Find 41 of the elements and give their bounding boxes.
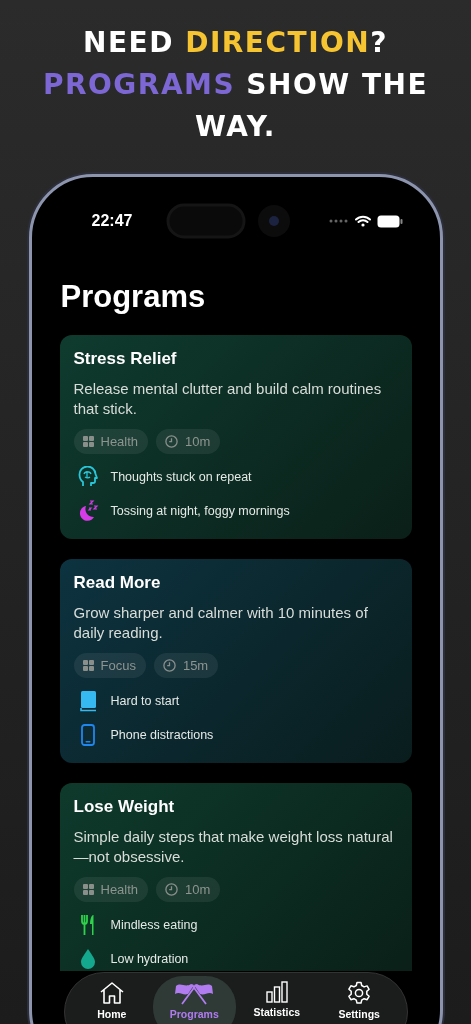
category-chip: Focus bbox=[73, 653, 146, 678]
settings-icon bbox=[347, 981, 372, 1005]
bar-chart-icon bbox=[265, 981, 288, 1003]
duration-chip: 10m bbox=[156, 877, 221, 902]
page-title: Programs bbox=[60, 279, 207, 315]
category-chip: Health bbox=[73, 877, 149, 902]
grid-icon bbox=[82, 436, 94, 447]
crossed-flags-icon bbox=[174, 981, 215, 1005]
signal-icon bbox=[329, 219, 350, 223]
problem-text: Hard to start bbox=[110, 694, 180, 708]
program-description: Release mental clutter and build calm routines that stick. bbox=[73, 379, 383, 419]
status-time: 22:47 bbox=[91, 212, 133, 230]
grid-icon bbox=[82, 884, 94, 895]
battery-icon bbox=[377, 214, 404, 228]
duration-chip: 15m bbox=[153, 653, 219, 678]
clock-icon bbox=[165, 883, 179, 896]
program-title: Lose Weight bbox=[73, 797, 176, 817]
program-title: Stress Relief bbox=[73, 349, 178, 369]
tab-item[interactable]: Statistics bbox=[235, 976, 318, 1024]
clock-icon bbox=[165, 435, 179, 448]
program-description: Simple daily steps that make weight loss natural—not obsessive. bbox=[73, 827, 394, 867]
category-chip: Health bbox=[73, 429, 149, 454]
tab-item[interactable]: Settings bbox=[318, 976, 401, 1024]
program-description: Grow sharper and calmer with 10 minutes of daily reading. bbox=[73, 603, 369, 643]
duration-chip: 10m bbox=[156, 429, 221, 454]
clock-icon bbox=[162, 659, 176, 672]
program-card[interactable]: Read More Grow sharper and calmer with 10 minutes of daily reading. Focus 15m Hard to start Phone distractions bbox=[59, 559, 412, 763]
problem-text: Mindless eating bbox=[110, 918, 198, 932]
problem-text: Low hydration bbox=[110, 952, 189, 966]
program-card[interactable]: Stress Relief Release mental clutter and build calm routines that stick. Health 10m Thoughts stuck on repeat Tossing at night, foggy mornings bbox=[59, 335, 412, 539]
tab-item[interactable]: Home bbox=[70, 976, 153, 1024]
problem-text: Tossing at night, foggy mornings bbox=[110, 504, 290, 518]
problem-text: Thoughts stuck on repeat bbox=[110, 470, 252, 484]
tab-item[interactable]: Programs bbox=[153, 976, 236, 1024]
wifi-icon bbox=[355, 215, 372, 227]
home-icon bbox=[98, 981, 125, 1005]
program-card[interactable]: Lose Weight Simple daily steps that make weight loss natural—not obsessive. Health 10m Mindless eating Low hydration bbox=[59, 783, 412, 971]
program-title: Read More bbox=[73, 573, 162, 593]
problem-text: Phone distractions bbox=[110, 728, 214, 742]
headline: NEED DIRECTION? PROGRAMS SHOW THE WAY. bbox=[41, 25, 430, 145]
grid-icon bbox=[82, 660, 94, 671]
